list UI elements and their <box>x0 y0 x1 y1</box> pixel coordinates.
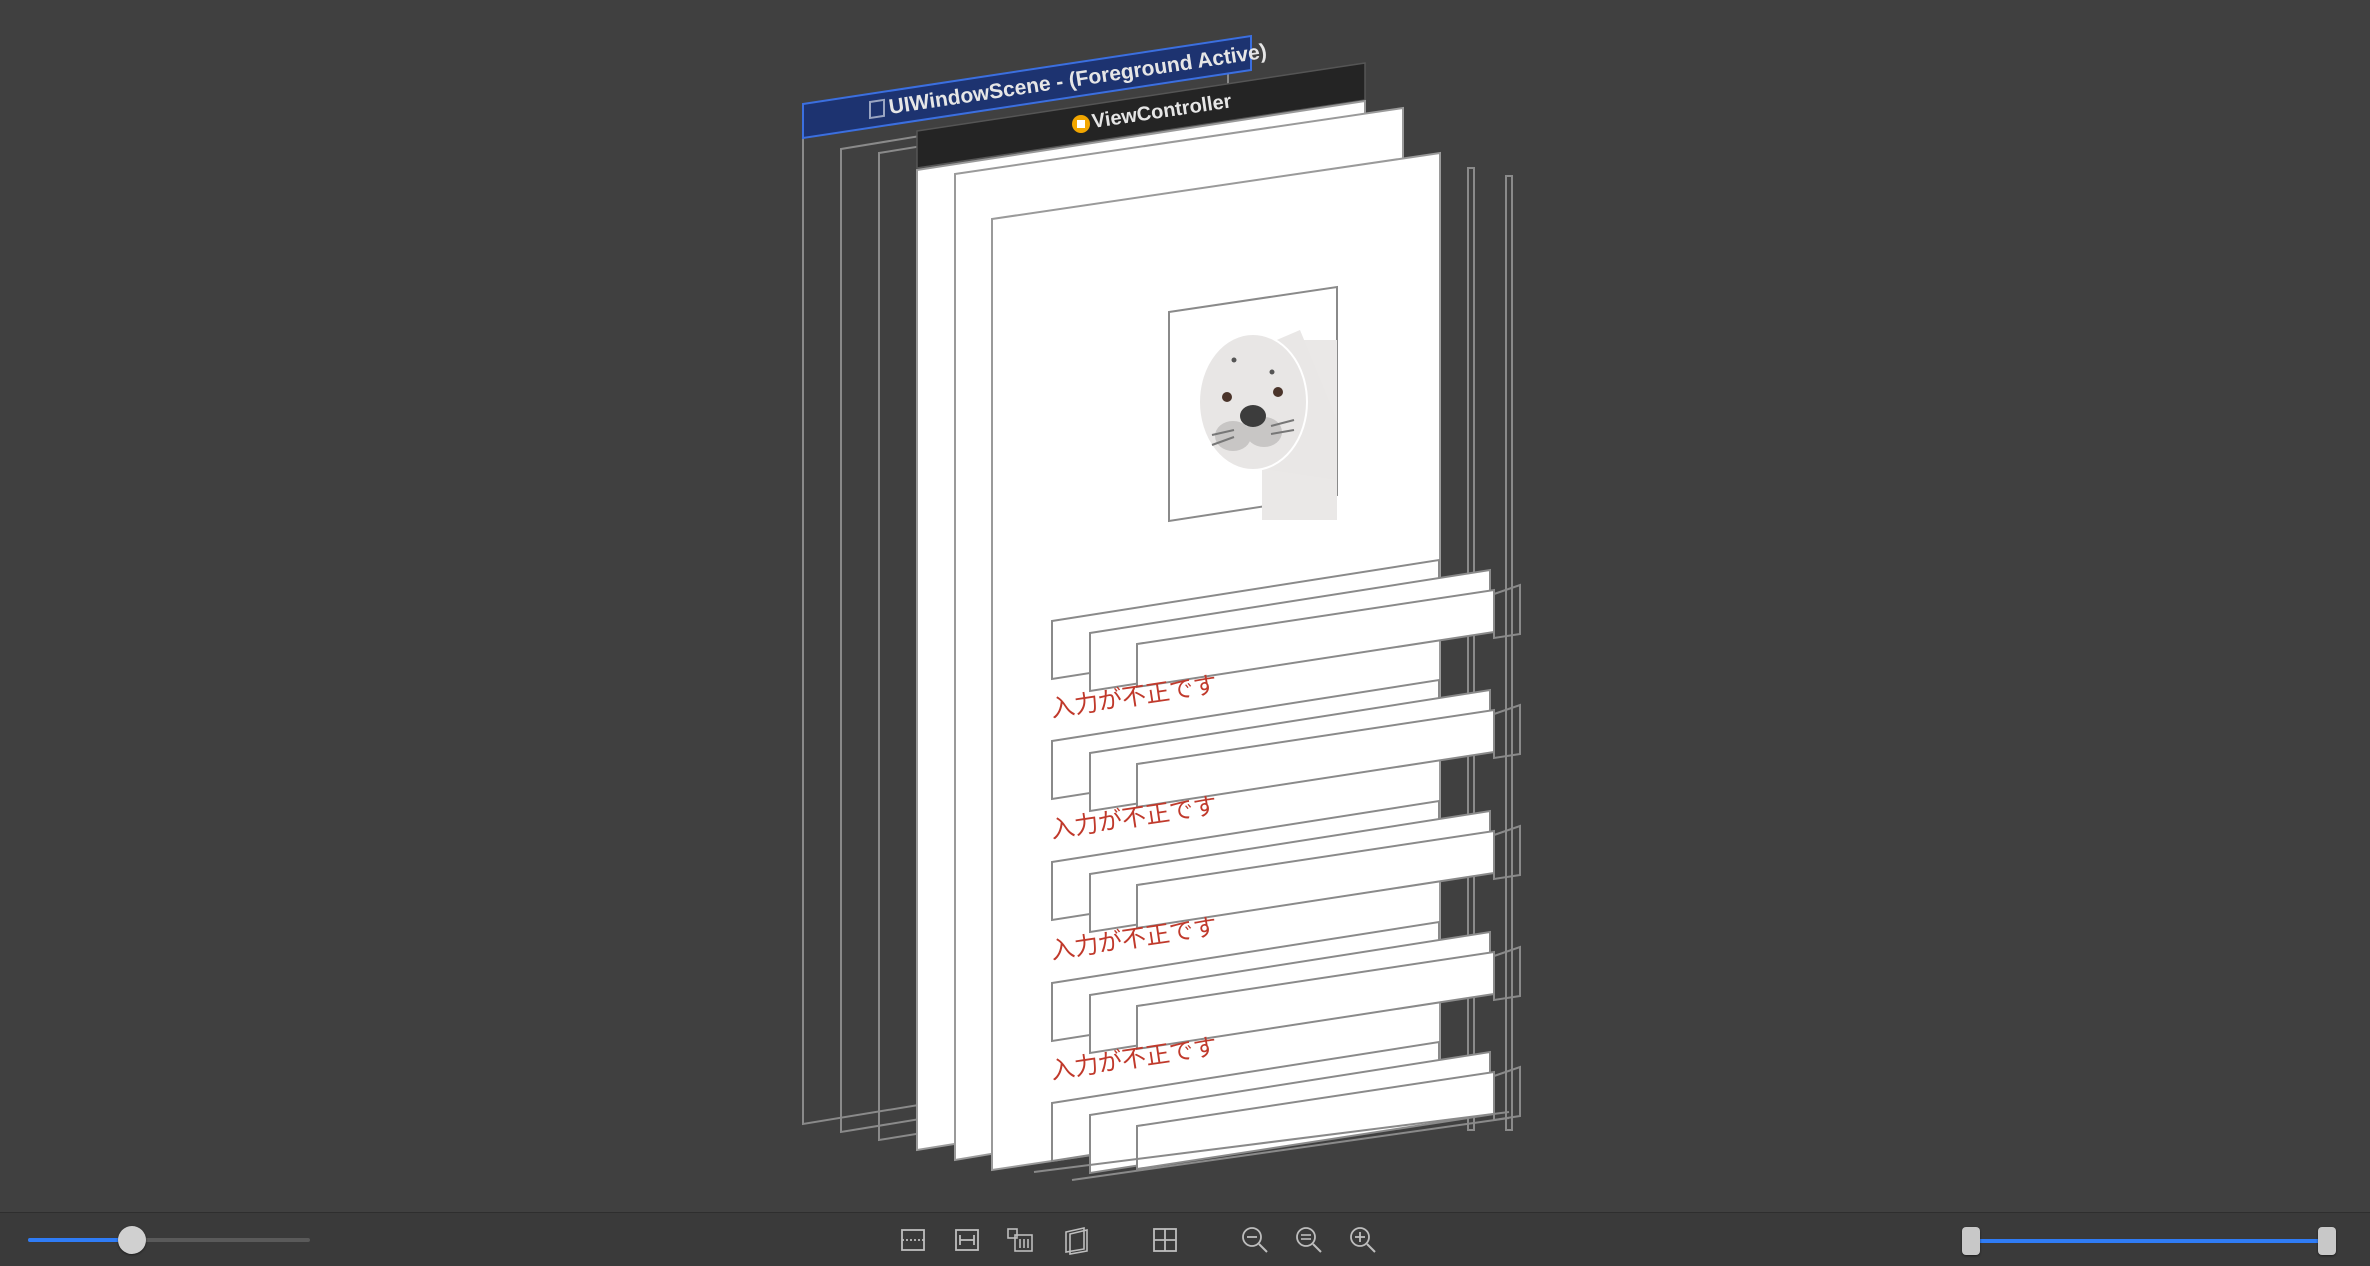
zoom-in-icon <box>1350 1227 1376 1253</box>
layer-range-slider[interactable] <box>1960 1227 2338 1255</box>
show-clipped-content-button[interactable] <box>896 1223 930 1257</box>
view-hierarchy-canvas[interactable]: UIWindowScene - (Foreground Active) View… <box>0 0 2370 1212</box>
orient-to-2d-icon <box>1153 1228 1177 1252</box>
zoom-in-button[interactable] <box>1346 1223 1380 1257</box>
orient-to-2d-button[interactable] <box>1148 1223 1182 1257</box>
zoom-actual-size-button[interactable] <box>1292 1223 1326 1257</box>
adjust-spacing-button[interactable] <box>1003 1223 1037 1257</box>
zoom-actual-size-icon <box>1296 1227 1322 1253</box>
seal-image-view[interactable] <box>1168 285 1338 523</box>
zoom-out-button[interactable] <box>1238 1223 1272 1257</box>
layer-range-upper-handle[interactable] <box>2318 1227 2336 1255</box>
adjust-spacing-icon <box>1007 1228 1033 1252</box>
change-orientation-icon <box>1065 1227 1088 1255</box>
show-constraints-icon <box>955 1229 979 1251</box>
layer-range-track <box>1970 1239 2328 1243</box>
zoom-out-icon <box>1242 1227 1268 1253</box>
seal-icon <box>1198 333 1308 471</box>
zoom-slider-thumb[interactable] <box>118 1226 147 1254</box>
debug-toolbar <box>0 1212 2370 1266</box>
view-hierarchy-3d[interactable]: UIWindowScene - (Foreground Active) View… <box>0 0 2370 1212</box>
zoom-slider-fill <box>28 1238 133 1242</box>
layer-range-lower-handle[interactable] <box>1962 1227 1980 1255</box>
show-constraints-button[interactable] <box>950 1223 984 1257</box>
change-orientation-button[interactable] <box>1058 1223 1092 1257</box>
show-clipped-content-icon <box>901 1229 925 1251</box>
zoom-slider[interactable] <box>28 1226 312 1254</box>
